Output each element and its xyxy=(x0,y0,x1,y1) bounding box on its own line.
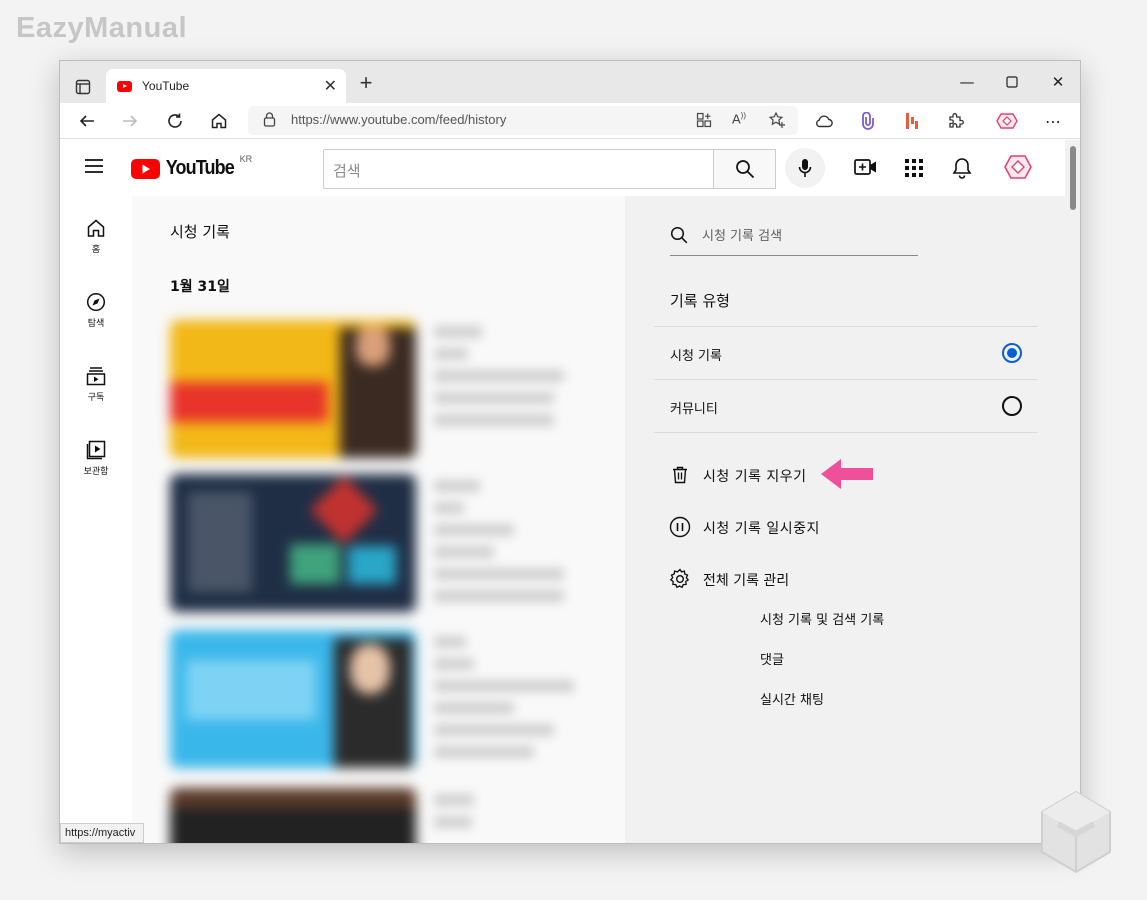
radio-community[interactable] xyxy=(1002,396,1022,416)
history-feed: 시청 기록 1월 31일 xyxy=(132,196,625,843)
lock-icon xyxy=(263,112,276,131)
tab-bar: YouTube ✕ + — ✕ xyxy=(60,61,1080,103)
video-thumbnail[interactable] xyxy=(170,320,416,458)
manage-link-live-chat[interactable]: 실시간 채팅 xyxy=(760,689,824,708)
browser-toolbar: https://www.youtube.com/feed/history A))… xyxy=(60,103,1080,139)
tab-title: YouTube xyxy=(142,79,190,93)
url-text: https://www.youtube.com/feed/history xyxy=(291,112,507,127)
subscriptions-icon xyxy=(86,367,106,386)
clear-history-label: 시청 기록 지우기 xyxy=(703,469,807,485)
account-avatar-icon[interactable] xyxy=(1004,154,1032,184)
voice-search-button[interactable] xyxy=(785,148,825,188)
notifications-bell-icon[interactable] xyxy=(952,157,972,183)
video-meta-blurred xyxy=(434,794,474,838)
date-header: 1월 31일 xyxy=(170,279,230,295)
home-icon xyxy=(87,219,105,237)
video-thumbnail[interactable] xyxy=(170,474,416,612)
history-type-label: 시청 기록 xyxy=(670,349,722,364)
read-aloud-icon[interactable]: A)) xyxy=(732,111,746,126)
pause-history-button[interactable]: 시청 기록 일시중지 xyxy=(654,510,954,544)
manage-link-comments[interactable]: 댓글 xyxy=(760,649,784,668)
back-arrow-icon[interactable] xyxy=(76,110,98,132)
clear-history-button[interactable]: 시청 기록 지우기 xyxy=(654,458,954,492)
more-options-icon[interactable]: ⋯ xyxy=(1042,110,1064,132)
profile-icon[interactable] xyxy=(996,110,1018,132)
history-search-placeholder: 시청 기록 검색 xyxy=(702,229,783,244)
youtube-logo[interactable]: YouTube KR xyxy=(131,153,253,180)
watermark-cube-icon xyxy=(1041,790,1111,874)
video-thumbnail[interactable] xyxy=(170,630,416,768)
history-side-panel: 시청 기록 검색 기록 유형 시청 기록 커뮤니티 시청 기록 지우기 시청 기… xyxy=(625,196,1065,843)
sidebar-item-home[interactable]: 홈 xyxy=(60,218,132,255)
search-button[interactable] xyxy=(713,149,776,189)
scrollbar-thumb[interactable] xyxy=(1070,146,1076,210)
video-thumbnail[interactable] xyxy=(170,788,416,843)
history-type-watch[interactable]: 시청 기록 xyxy=(654,327,1037,379)
search-placeholder: 검색 xyxy=(333,162,361,180)
radio-watch-history[interactable] xyxy=(1002,343,1022,363)
page-scrollbar[interactable] xyxy=(1065,140,1080,843)
apps-grid-icon[interactable] xyxy=(905,159,923,181)
region-code: KR xyxy=(239,153,253,164)
history-type-title: 기록 유형 xyxy=(670,292,730,310)
new-tab-button[interactable]: + xyxy=(354,71,378,95)
sidebar-item-subscriptions[interactable]: 구독 xyxy=(60,366,132,403)
page-title: 시청 기록 xyxy=(170,223,230,241)
search-input[interactable]: 검색 xyxy=(323,149,714,189)
history-type-community[interactable]: 커뮤니티 xyxy=(654,380,1037,432)
browser-window: YouTube ✕ + — ✕ https://www.youtube.com/… xyxy=(59,60,1081,844)
app-available-icon[interactable] xyxy=(696,112,712,132)
sidebar-label: 탐색 xyxy=(87,319,105,329)
status-url-tooltip: https://myactiv xyxy=(60,823,144,843)
sidebar-item-library[interactable]: 보관함 xyxy=(60,440,132,477)
logo-text: YouTube xyxy=(165,157,235,179)
search-icon xyxy=(670,226,688,244)
youtube-favicon-icon xyxy=(117,80,132,92)
library-icon xyxy=(86,440,106,460)
watermark-logo: EazyManual xyxy=(16,12,187,44)
explore-icon xyxy=(86,292,106,312)
microphone-icon xyxy=(798,159,812,177)
extensions-puzzle-icon[interactable] xyxy=(945,110,967,132)
sidebar-label: 보관함 xyxy=(83,467,109,477)
video-meta-blurred xyxy=(434,326,564,436)
trash-icon xyxy=(673,466,687,484)
address-bar[interactable]: https://www.youtube.com/feed/history A)) xyxy=(248,106,798,135)
manage-link-search-history[interactable]: 시청 기록 및 검색 기록 xyxy=(760,609,884,628)
tab-close-icon[interactable]: ✕ xyxy=(324,78,337,94)
extension-clip-icon[interactable] xyxy=(857,110,879,132)
youtube-sidebar: 홈 탐색 구독 보관함 xyxy=(60,196,132,843)
page-viewport: YouTube KR 검색 홈 탐색 구독 보관함 시청 기록 1월 31일 시… xyxy=(60,140,1080,843)
manage-all-history-button[interactable]: 전체 기록 관리 xyxy=(654,562,954,596)
youtube-play-icon xyxy=(131,158,160,179)
sidebar-label: 홈 xyxy=(91,245,101,255)
search-icon xyxy=(735,160,754,179)
create-video-icon[interactable] xyxy=(854,158,878,180)
pause-icon xyxy=(669,516,691,538)
forward-arrow-icon[interactable] xyxy=(119,110,141,132)
pause-history-label: 시청 기록 일시중지 xyxy=(703,521,820,537)
tab-actions-icon[interactable] xyxy=(70,74,96,100)
menu-hamburger-icon[interactable] xyxy=(84,158,104,178)
minimize-button[interactable]: — xyxy=(955,71,979,93)
sidebar-item-explore[interactable]: 탐색 xyxy=(60,292,132,329)
maximize-button[interactable] xyxy=(1000,71,1024,93)
favorites-add-icon[interactable] xyxy=(768,111,786,133)
extension-bars-icon[interactable] xyxy=(901,110,923,132)
manage-history-label: 전체 기록 관리 xyxy=(703,573,790,589)
youtube-header: YouTube KR 검색 xyxy=(60,140,1065,196)
home-browser-icon[interactable] xyxy=(208,110,230,132)
history-search-input[interactable]: 시청 기록 검색 xyxy=(670,223,918,256)
pointer-arrow-icon xyxy=(821,459,873,489)
sidebar-label: 구독 xyxy=(87,393,105,403)
gear-icon xyxy=(669,568,690,589)
cloud-icon[interactable] xyxy=(813,110,835,132)
tab-youtube[interactable]: YouTube ✕ xyxy=(106,69,346,103)
video-meta-blurred xyxy=(434,636,574,768)
history-type-label: 커뮤니티 xyxy=(670,402,718,417)
video-meta-blurred xyxy=(434,480,564,612)
refresh-icon[interactable] xyxy=(164,110,186,132)
divider xyxy=(654,432,1037,433)
close-window-button[interactable]: ✕ xyxy=(1046,71,1070,93)
